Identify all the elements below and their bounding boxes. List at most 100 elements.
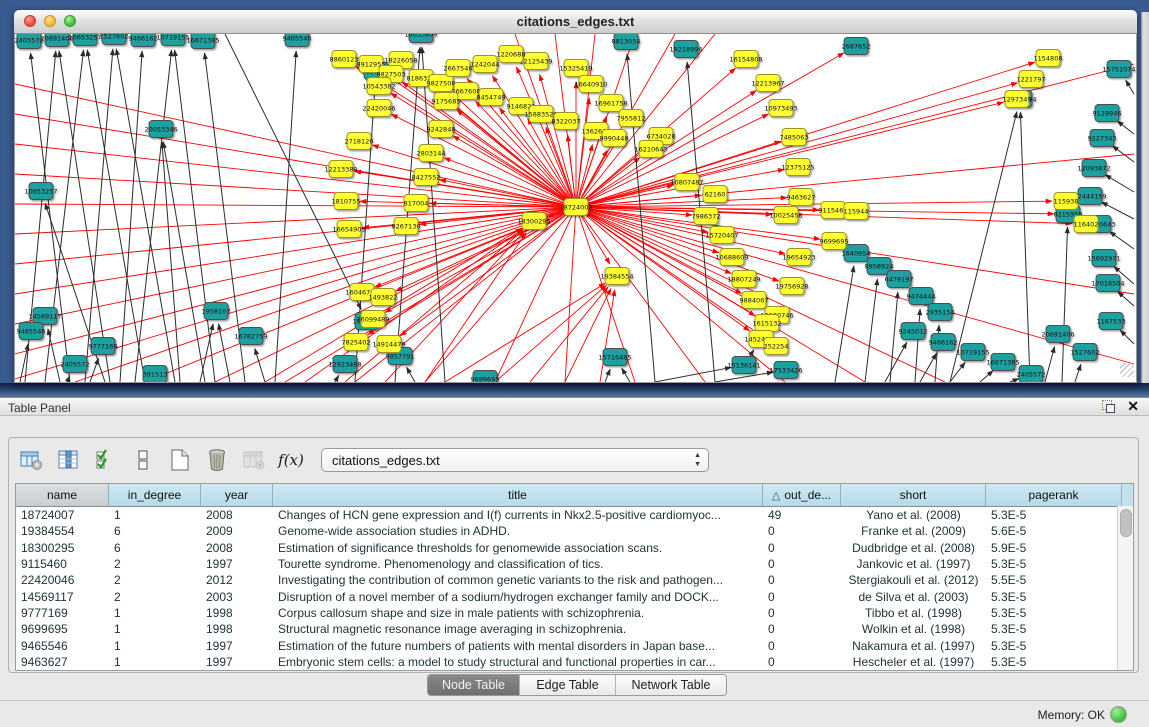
select-column-icon[interactable] — [56, 447, 82, 473]
network-canvas[interactable]: 2405572206914061065325715276029466162107… — [14, 34, 1137, 383]
network-node[interactable]: 10025458 — [769, 207, 802, 224]
table-row[interactable]: 1872400712008Changes of HCN gene express… — [16, 507, 1133, 523]
network-node[interactable]: 9465546 — [17, 323, 46, 340]
table-settings-icon[interactable] — [19, 447, 45, 473]
network-node[interactable]: 62160 — [703, 186, 727, 203]
network-node[interactable]: 17533426 — [769, 362, 802, 379]
network-node[interactable]: 8267130 — [392, 218, 421, 235]
network-node[interactable]: 8427552 — [412, 169, 441, 186]
network-node[interactable]: 2687652 — [842, 38, 871, 55]
network-node[interactable]: 8860123 — [330, 51, 359, 68]
network-node[interactable]: 17016504 — [1091, 275, 1124, 292]
column-header-in_degree[interactable]: in_degree — [109, 484, 201, 506]
table-row[interactable]: 1456911722003Disruption of a novel membe… — [16, 588, 1133, 604]
row-selector-icon[interactable] — [130, 447, 156, 473]
table-row[interactable]: 946362711997Embryonic stem cells: a mode… — [16, 654, 1133, 670]
network-node[interactable]: 15716485 — [598, 349, 631, 366]
network-node[interactable]: 9242848 — [427, 121, 456, 138]
network-node[interactable]: 1527602 — [100, 34, 129, 45]
network-node[interactable]: 2718120 — [345, 133, 374, 150]
network-node[interactable]: 19756928 — [775, 278, 808, 295]
network-node[interactable]: 14569117 — [28, 308, 61, 325]
network-node[interactable]: 9227343 — [1088, 130, 1117, 147]
network-node[interactable]: 10653257 — [68, 34, 101, 46]
network-node[interactable]: 19218996 — [669, 41, 702, 58]
table-row[interactable]: 911546021997Tourette syndrome. Phenomeno… — [16, 556, 1133, 572]
network-node[interactable]: 15692971 — [1087, 250, 1120, 267]
network-node[interactable]: 10543382 — [362, 78, 395, 95]
network-node[interactable]: 22420046 — [362, 100, 395, 117]
network-node[interactable]: 115938 — [1054, 193, 1079, 210]
column-header-title[interactable]: title — [273, 484, 763, 506]
network-node[interactable]: 9129946 — [1093, 105, 1122, 122]
network-node[interactable]: 16671385 — [986, 354, 1019, 371]
table-row[interactable]: 946554611997Estimation of the future num… — [16, 637, 1133, 653]
network-hub-node[interactable]: 18724007 — [559, 199, 592, 216]
column-header-short[interactable]: short — [841, 484, 986, 506]
network-node[interactable]: 26099489 — [356, 311, 389, 328]
network-node[interactable]: 10719155 — [156, 34, 189, 46]
network-node[interactable]: 1220688 — [497, 46, 526, 63]
network-node[interactable]: 252254 — [764, 338, 789, 355]
network-node[interactable]: 20691406 — [1041, 326, 1074, 343]
column-check-list-icon[interactable] — [93, 447, 119, 473]
column-header-year[interactable]: year — [201, 484, 273, 506]
network-node[interactable]: 12375125 — [781, 159, 814, 176]
table-row[interactable]: 2242004622012Investigating the contribut… — [16, 572, 1133, 588]
network-node[interactable]: 1810755 — [332, 193, 361, 210]
network-node[interactable]: 7986372 — [692, 208, 721, 225]
network-node[interactable]: 8813054 — [612, 34, 641, 50]
tab-edge-table[interactable]: Edge Table — [520, 675, 616, 695]
network-node[interactable]: 19654923 — [782, 249, 815, 266]
network-node[interactable]: 9777169 — [89, 338, 118, 355]
network-node[interactable]: 15136141 — [727, 357, 760, 374]
network-node[interactable]: 16033809 — [404, 34, 437, 43]
table-row[interactable]: 977716911998Corpus callosum shape and si… — [16, 605, 1133, 621]
network-node[interactable]: 7955812 — [617, 110, 646, 127]
network-node[interactable]: 2405572 — [1017, 366, 1046, 383]
network-node[interactable]: 1242044 — [471, 56, 500, 73]
network-node[interactable]: 2803144 — [417, 145, 446, 162]
network-node[interactable]: 7485063 — [780, 129, 809, 146]
network-node[interactable]: 10719155 — [956, 344, 989, 361]
network-node[interactable]: 15325419 — [559, 60, 592, 77]
network-node[interactable]: 10688609 — [715, 249, 748, 266]
network-node[interactable]: 6479197 — [885, 271, 914, 288]
network-node[interactable]: 16671385 — [186, 34, 219, 49]
network-node[interactable]: 18300295 — [517, 213, 550, 230]
network-node[interactable]: 1493822 — [369, 289, 398, 306]
close-panel-icon[interactable]: ✕ — [1127, 400, 1139, 413]
network-node[interactable]: 2935154 — [926, 304, 955, 321]
network-node[interactable]: 2405572 — [15, 34, 44, 49]
network-node[interactable]: 10653257 — [24, 183, 57, 200]
network-node[interactable]: 16154808 — [729, 51, 762, 68]
network-node[interactable]: 14914479 — [372, 336, 405, 353]
network-node[interactable]: 19384554 — [600, 268, 633, 285]
float-panel-icon[interactable] — [1102, 400, 1115, 413]
network-node[interactable]: 116402 — [1074, 216, 1099, 233]
network-node[interactable]: 391513 — [143, 366, 168, 383]
network-node[interactable]: 817004 — [404, 195, 429, 212]
network-node[interactable]: 9465546 — [283, 34, 312, 47]
network-node[interactable]: 1527602 — [1071, 344, 1100, 361]
network-window-titlebar[interactable]: citations_edges.txt — [14, 10, 1137, 34]
tab-network-table[interactable]: Network Table — [616, 675, 726, 695]
delete-table-icon[interactable] — [241, 447, 267, 473]
network-node[interactable]: 1958107 — [202, 303, 231, 320]
network-node[interactable]: 20053346 — [144, 121, 177, 138]
table-row[interactable]: 969969511998Structural magnetic resonanc… — [16, 621, 1133, 637]
network-node[interactable]: 16961758 — [594, 95, 627, 112]
network-node[interactable]: 8454749 — [477, 89, 506, 106]
network-node[interactable]: 10807487 — [670, 174, 703, 191]
network-node[interactable]: 15751074 — [1102, 61, 1135, 78]
table-row[interactable]: 1830029562008Estimation of significance … — [16, 540, 1133, 556]
column-header-name[interactable]: name — [16, 484, 109, 506]
function-builder-icon[interactable]: f(x) — [278, 447, 304, 473]
network-node[interactable]: 115944 — [844, 203, 869, 220]
network-node[interactable]: 15720407 — [705, 227, 738, 244]
network-node[interactable]: 10973493 — [764, 100, 797, 117]
network-node[interactable]: 1167533 — [1097, 313, 1126, 330]
network-node[interactable]: 16782759 — [234, 328, 267, 345]
network-node[interactable]: 1615132 — [753, 315, 782, 332]
column-header-pagerank[interactable]: pagerank — [986, 484, 1122, 506]
